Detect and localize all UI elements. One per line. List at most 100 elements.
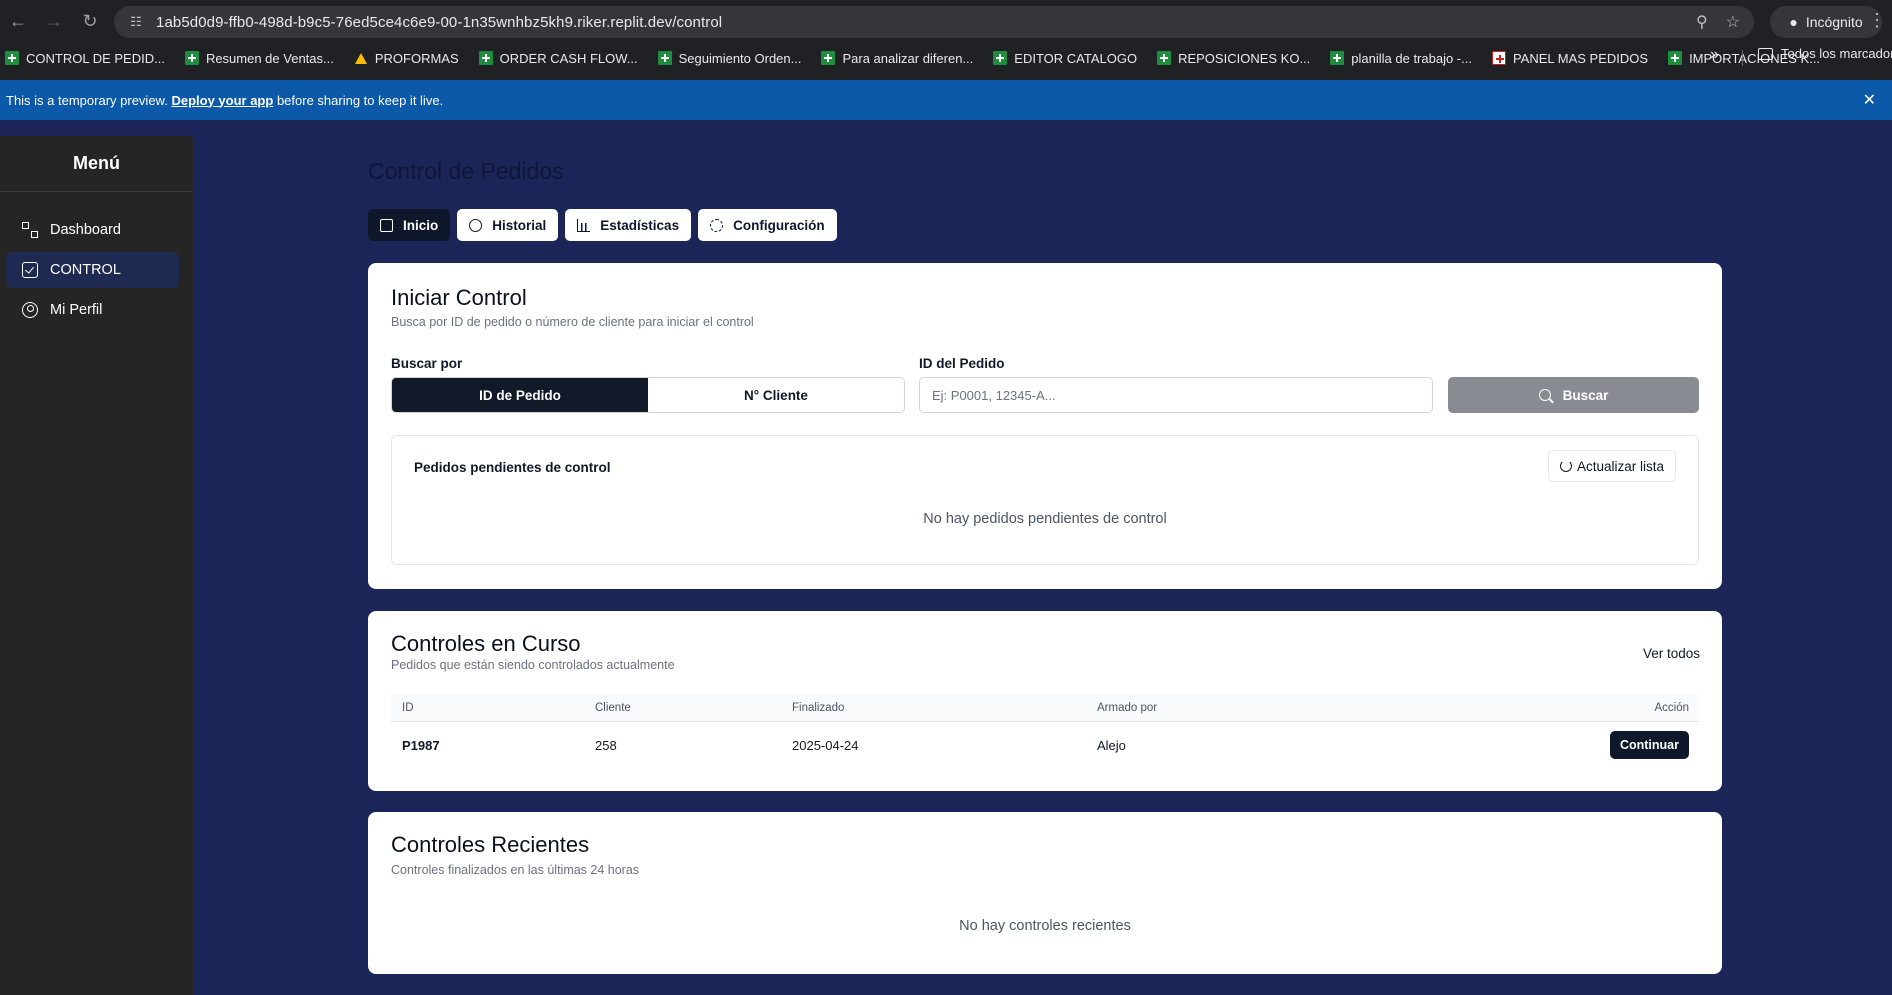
sidebar-item-dashboard[interactable]: Dashboard: [6, 212, 179, 248]
refresh-icon: [1559, 460, 1572, 472]
bookmark-label: Seguimiento Orden...: [678, 50, 802, 66]
bookmark-item[interactable]: Para analizar diferen...: [821, 51, 973, 66]
sidebar-item-label: CONTROL: [50, 262, 121, 278]
card-title: Iniciar Control: [391, 285, 527, 310]
column-header: Acción: [1654, 702, 1689, 714]
search-button-label: Buscar: [1562, 387, 1609, 403]
option-id-pedido[interactable]: ID de Pedido: [392, 378, 648, 412]
id-pedido-input[interactable]: [919, 377, 1433, 413]
cell-id: P1987: [402, 738, 440, 753]
sidebar-item-label: Dashboard: [50, 222, 121, 238]
tab-label: Configuración: [733, 217, 825, 233]
bookmark-item[interactable]: EDITOR CATALOGO: [993, 51, 1137, 66]
sheets-icon: [657, 51, 672, 65]
browser-chrome: ← → ↻ ☷ 1ab5d0d9-ffb0-498d-b9c5-76ed5ce4…: [0, 0, 1892, 80]
bookmark-item[interactable]: planilla de trabajo -...: [1330, 51, 1472, 66]
sidebar-item-mi-perfil[interactable]: Mi Perfil: [6, 292, 179, 328]
reload-icon[interactable]: ↻: [72, 4, 108, 40]
sidebar: Menú Dashboard CONTROL Mi Perfil: [0, 136, 193, 995]
continuar-button[interactable]: Continuar: [1609, 731, 1689, 759]
bookmark-item[interactable]: Seguimiento Orden...: [657, 50, 802, 66]
sidebar-item-control[interactable]: CONTROL: [6, 252, 179, 288]
gear-icon: [710, 218, 724, 232]
id-label: ID del Pedido: [919, 356, 1005, 371]
search-mode-toggle: ID de Pedido N° Cliente: [391, 377, 905, 413]
bookmark-item[interactable]: ORDER CASH FLOW...: [478, 51, 638, 66]
deploy-link[interactable]: Deploy your app: [171, 93, 273, 108]
tab-inicio[interactable]: Inicio: [368, 209, 451, 241]
bookmarks-divider: [1742, 50, 1743, 66]
pending-orders-panel: Pedidos pendientes de control Actualizar…: [391, 435, 1699, 565]
tab-bar: Inicio Historial Estadísticas Configurac…: [368, 209, 837, 241]
all-bookmarks-label: Todos los marcadores: [1781, 46, 1892, 61]
drive-icon: [354, 51, 368, 65]
sheets-icon: [993, 51, 1008, 65]
bookmarks-bar: CONTROL DE PEDID... Resumen de Ventas...…: [0, 46, 1892, 70]
bookmark-label: CONTROL DE PEDID...: [26, 50, 165, 66]
banner-text-suffix: before sharing to keep it live.: [276, 92, 444, 108]
check-square-icon: [22, 262, 38, 278]
tab-historial[interactable]: Historial: [457, 209, 559, 241]
search-icon: [1538, 389, 1551, 401]
bookmark-label: Para analizar diferen...: [842, 50, 974, 66]
sheets-icon: [1157, 51, 1172, 65]
more-bookmarks-icon[interactable]: »: [1710, 46, 1719, 64]
browser-menu-icon[interactable]: ⋮: [1868, 10, 1886, 31]
search-button[interactable]: Buscar: [1448, 377, 1699, 413]
table-row: P1987 258 2025-04-24 Alejo Continuar: [391, 723, 1699, 767]
tab-label: Historial: [492, 217, 547, 233]
site-settings-icon[interactable]: ☷: [122, 14, 150, 30]
incognito-badge[interactable]: ● Incógnito: [1770, 6, 1882, 38]
card-title: Controles en Curso: [391, 631, 581, 656]
bookmark-label: PANEL MAS PEDIDOS: [1512, 50, 1649, 66]
controles-en-curso-card: Controles en Curso Pedidos que están sie…: [368, 611, 1722, 791]
tab-label: Estadísticas: [600, 217, 680, 233]
column-header: Cliente: [595, 702, 631, 714]
card-subtitle: Controles finalizados en las últimas 24 …: [391, 863, 640, 877]
sheets-icon: [184, 51, 199, 65]
iniciar-control-card: Iniciar Control Busca por ID de pedido o…: [368, 263, 1722, 589]
zoom-icon[interactable]: ⚲: [1696, 12, 1708, 32]
option-numero-cliente[interactable]: N° Cliente: [648, 378, 904, 412]
sheets-icon: [821, 51, 836, 65]
pending-title: Pedidos pendientes de control: [414, 460, 611, 475]
cell-cliente: 258: [595, 738, 617, 753]
bookmark-item[interactable]: Resumen de Ventas...: [184, 50, 334, 66]
bookmark-label: Resumen de Ventas...: [205, 50, 334, 66]
search-by-label: Buscar por: [391, 356, 463, 371]
sheets-icon: [5, 51, 19, 65]
card-subtitle: Busca por ID de pedido o número de clien…: [391, 315, 754, 329]
bookmark-item[interactable]: CONTROL DE PEDID...: [5, 51, 165, 66]
forward-icon[interactable]: →: [36, 4, 72, 40]
all-bookmarks-folder[interactable]: Todos los marcadores: [1758, 46, 1892, 61]
recientes-empty-message: No hay controles recientes: [959, 918, 1131, 934]
tab-configuracion[interactable]: Configuración: [698, 209, 837, 241]
bookmark-star-icon[interactable]: ☆: [1726, 12, 1740, 32]
bookmark-item[interactable]: PROFORMAS: [354, 51, 459, 66]
sheets-icon: [478, 51, 493, 65]
dashboard-icon: [22, 222, 38, 238]
column-header: Finalizado: [792, 702, 845, 714]
user-circle-icon: [22, 302, 38, 318]
bookmark-item[interactable]: PANEL MAS PEDIDOS: [1491, 50, 1649, 66]
back-icon[interactable]: ←: [0, 4, 36, 40]
folder-icon: [1758, 47, 1773, 60]
cell-armado-por: Alejo: [1097, 738, 1126, 753]
url-text[interactable]: 1ab5d0d9-ffb0-498d-b9c5-76ed5ce4c6e9-00-…: [156, 14, 722, 31]
bookmark-label: PROFORMAS: [374, 50, 459, 66]
refresh-list-button[interactable]: Actualizar lista: [1547, 450, 1676, 482]
column-header: Armado por: [1097, 702, 1158, 714]
address-bar[interactable]: ☷ 1ab5d0d9-ffb0-498d-b9c5-76ed5ce4c6e9-0…: [114, 6, 1754, 38]
pending-empty-message: No hay pedidos pendientes de control: [923, 511, 1167, 527]
close-icon[interactable]: ✕: [1863, 90, 1876, 110]
incognito-icon: ●: [1789, 14, 1798, 30]
table-header: ID Cliente Finalizado Armado por Acción: [391, 694, 1699, 722]
sheets-icon: [1668, 51, 1683, 65]
tab-estadisticas[interactable]: Estadísticas: [565, 209, 692, 241]
tab-label: Inicio: [403, 217, 439, 233]
ver-todos-link[interactable]: Ver todos: [1643, 646, 1700, 661]
sheets-icon: [1330, 51, 1345, 65]
card-subtitle: Pedidos que están siendo controlados act…: [391, 658, 675, 672]
bookmark-item[interactable]: REPOSICIONES KO...: [1157, 51, 1310, 66]
bookmark-label: planilla de trabajo -...: [1351, 50, 1472, 66]
